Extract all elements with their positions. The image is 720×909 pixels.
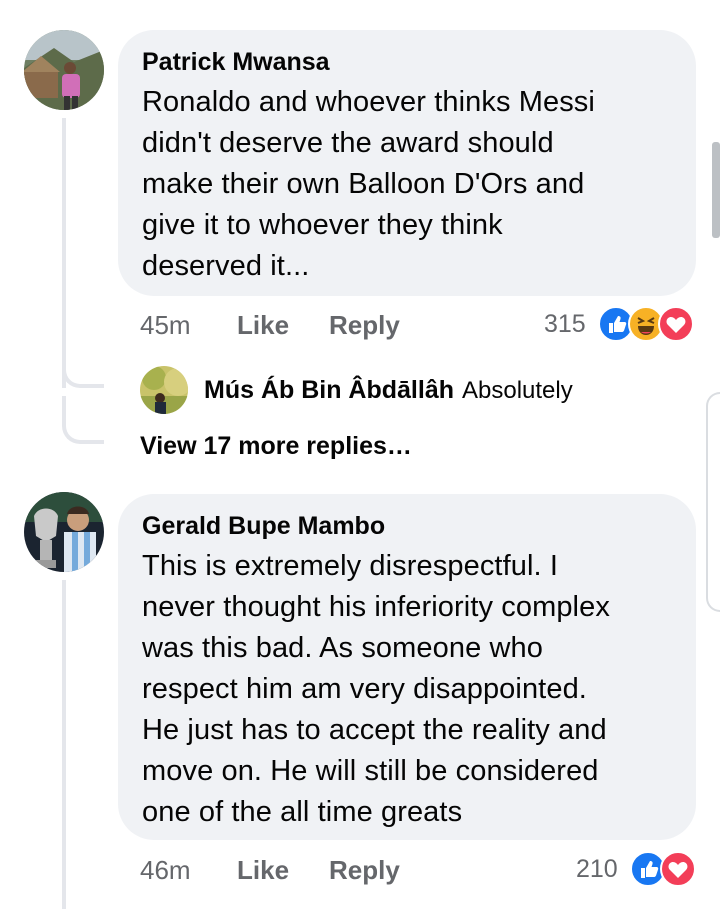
reply-row: Mús Áb Bin Âbdāllâh Absolutely [204,376,573,405]
comment-text-line: deserved it... [142,250,310,282]
view-more-replies-link[interactable]: View 17 more replies… [140,432,412,461]
comment-text-line: respect him am very disappointed. [142,673,587,705]
reaction-count: 210 [576,855,618,883]
comment-text-line: never thought his inferiority complex [142,591,610,623]
comment-text-line: move on. He will still be considered [142,755,599,787]
reply-author[interactable]: Mús Áb Bin Âbdāllâh [204,376,454,404]
comment-timestamp[interactable]: 46m [140,855,191,886]
reaction-count: 315 [544,310,586,338]
comment-text-line: Ronaldo and whoever thinks Messi [142,86,595,118]
avatar[interactable] [24,492,104,572]
avatar[interactable] [24,30,104,110]
comment-text-line: was this bad. As someone who [142,632,543,664]
comment-text-line: didn't deserve the award should [142,127,554,159]
comment-text-line: He just has to accept the reality and [142,714,607,746]
like-button[interactable]: Like [237,855,289,886]
comment-text-line: make their own Balloon D'Ors and [142,168,585,200]
comment-author[interactable]: Patrick Mwansa [142,46,672,78]
comment-text-line: one of the all time greats [142,796,463,828]
reply-button[interactable]: Reply [329,855,400,886]
comment-timestamp[interactable]: 45m [140,310,191,341]
love-icon [660,851,696,887]
comment-author[interactable]: Gerald Bupe Mambo [142,510,672,542]
reply-button[interactable]: Reply [329,310,400,341]
comment-bubble: Patrick Mwansa Ronaldo and whoever think… [118,30,696,296]
reaction-summary[interactable]: 315 [540,306,700,342]
comment-actions: 45m Like Reply [140,310,560,344]
scrollbar-thumb[interactable] [712,142,720,238]
thread-line [62,580,66,909]
comment-actions: 46m Like Reply [140,855,560,889]
reply-text: Absolutely [462,377,573,404]
comment-bubble: Gerald Bupe Mambo This is extremely disr… [118,494,696,840]
comment-text-line: give it to whoever they think [142,209,503,241]
view-more-connector [62,396,104,444]
like-button[interactable]: Like [237,310,289,341]
reply-connector [62,340,104,388]
love-icon [658,306,694,342]
reaction-summary[interactable]: 210 [572,851,700,887]
side-panel-edge [706,392,720,612]
comment-text-line: This is extremely disrespectful. I [142,550,558,582]
avatar[interactable] [140,366,188,414]
